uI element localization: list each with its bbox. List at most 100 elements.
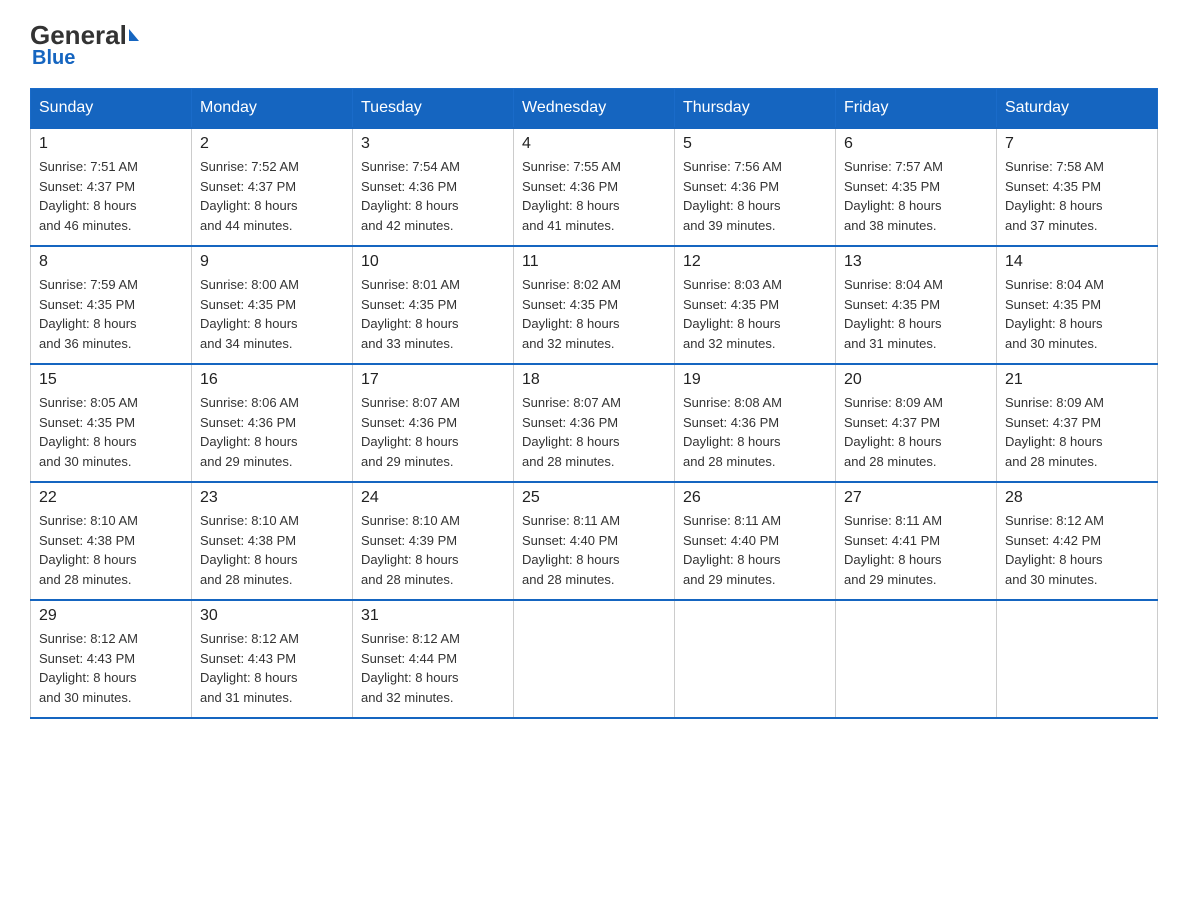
- day-number: 28: [1005, 489, 1149, 507]
- day-info: Sunrise: 8:05 AMSunset: 4:35 PMDaylight:…: [39, 393, 183, 471]
- day-cell: 13 Sunrise: 8:04 AMSunset: 4:35 PMDaylig…: [836, 246, 997, 364]
- day-cell: 2 Sunrise: 7:52 AMSunset: 4:37 PMDayligh…: [192, 128, 353, 246]
- day-info: Sunrise: 8:07 AMSunset: 4:36 PMDaylight:…: [361, 393, 505, 471]
- day-cell: 5 Sunrise: 7:56 AMSunset: 4:36 PMDayligh…: [675, 128, 836, 246]
- weekday-header-saturday: Saturday: [997, 89, 1158, 129]
- day-info: Sunrise: 7:51 AMSunset: 4:37 PMDaylight:…: [39, 157, 183, 235]
- day-cell: 7 Sunrise: 7:58 AMSunset: 4:35 PMDayligh…: [997, 128, 1158, 246]
- day-info: Sunrise: 7:54 AMSunset: 4:36 PMDaylight:…: [361, 157, 505, 235]
- day-info: Sunrise: 8:02 AMSunset: 4:35 PMDaylight:…: [522, 275, 666, 353]
- day-cell: 8 Sunrise: 7:59 AMSunset: 4:35 PMDayligh…: [31, 246, 192, 364]
- weekday-header-tuesday: Tuesday: [353, 89, 514, 129]
- day-number: 9: [200, 253, 344, 271]
- day-number: 11: [522, 253, 666, 271]
- day-info: Sunrise: 8:10 AMSunset: 4:38 PMDaylight:…: [200, 511, 344, 589]
- day-cell: 4 Sunrise: 7:55 AMSunset: 4:36 PMDayligh…: [514, 128, 675, 246]
- day-number: 26: [683, 489, 827, 507]
- day-number: 14: [1005, 253, 1149, 271]
- day-cell: 10 Sunrise: 8:01 AMSunset: 4:35 PMDaylig…: [353, 246, 514, 364]
- day-cell: 9 Sunrise: 8:00 AMSunset: 4:35 PMDayligh…: [192, 246, 353, 364]
- day-info: Sunrise: 7:52 AMSunset: 4:37 PMDaylight:…: [200, 157, 344, 235]
- day-info: Sunrise: 8:11 AMSunset: 4:40 PMDaylight:…: [683, 511, 827, 589]
- weekday-header-thursday: Thursday: [675, 89, 836, 129]
- day-info: Sunrise: 8:09 AMSunset: 4:37 PMDaylight:…: [844, 393, 988, 471]
- week-row-3: 15 Sunrise: 8:05 AMSunset: 4:35 PMDaylig…: [31, 364, 1158, 482]
- day-number: 15: [39, 371, 183, 389]
- day-info: Sunrise: 8:12 AMSunset: 4:43 PMDaylight:…: [200, 629, 344, 707]
- day-cell: [836, 600, 997, 718]
- day-number: 3: [361, 135, 505, 153]
- logo-triangle-icon: [129, 29, 139, 41]
- day-cell: 20 Sunrise: 8:09 AMSunset: 4:37 PMDaylig…: [836, 364, 997, 482]
- day-info: Sunrise: 8:06 AMSunset: 4:36 PMDaylight:…: [200, 393, 344, 471]
- day-cell: 29 Sunrise: 8:12 AMSunset: 4:43 PMDaylig…: [31, 600, 192, 718]
- day-info: Sunrise: 7:58 AMSunset: 4:35 PMDaylight:…: [1005, 157, 1149, 235]
- day-number: 12: [683, 253, 827, 271]
- day-number: 6: [844, 135, 988, 153]
- day-number: 8: [39, 253, 183, 271]
- day-number: 5: [683, 135, 827, 153]
- day-number: 19: [683, 371, 827, 389]
- day-cell: 27 Sunrise: 8:11 AMSunset: 4:41 PMDaylig…: [836, 482, 997, 600]
- day-cell: 24 Sunrise: 8:10 AMSunset: 4:39 PMDaylig…: [353, 482, 514, 600]
- day-info: Sunrise: 8:08 AMSunset: 4:36 PMDaylight:…: [683, 393, 827, 471]
- day-cell: 15 Sunrise: 8:05 AMSunset: 4:35 PMDaylig…: [31, 364, 192, 482]
- day-number: 20: [844, 371, 988, 389]
- day-info: Sunrise: 7:57 AMSunset: 4:35 PMDaylight:…: [844, 157, 988, 235]
- weekday-header-wednesday: Wednesday: [514, 89, 675, 129]
- day-number: 21: [1005, 371, 1149, 389]
- week-row-1: 1 Sunrise: 7:51 AMSunset: 4:37 PMDayligh…: [31, 128, 1158, 246]
- day-info: Sunrise: 8:10 AMSunset: 4:39 PMDaylight:…: [361, 511, 505, 589]
- day-number: 24: [361, 489, 505, 507]
- day-info: Sunrise: 8:01 AMSunset: 4:35 PMDaylight:…: [361, 275, 505, 353]
- day-info: Sunrise: 8:09 AMSunset: 4:37 PMDaylight:…: [1005, 393, 1149, 471]
- day-cell: [997, 600, 1158, 718]
- day-number: 22: [39, 489, 183, 507]
- day-info: Sunrise: 8:12 AMSunset: 4:42 PMDaylight:…: [1005, 511, 1149, 589]
- day-cell: 14 Sunrise: 8:04 AMSunset: 4:35 PMDaylig…: [997, 246, 1158, 364]
- day-number: 17: [361, 371, 505, 389]
- day-info: Sunrise: 8:04 AMSunset: 4:35 PMDaylight:…: [1005, 275, 1149, 353]
- day-info: Sunrise: 7:59 AMSunset: 4:35 PMDaylight:…: [39, 275, 183, 353]
- day-info: Sunrise: 8:12 AMSunset: 4:44 PMDaylight:…: [361, 629, 505, 707]
- page-header: General Blue: [30, 20, 1158, 70]
- day-info: Sunrise: 8:03 AMSunset: 4:35 PMDaylight:…: [683, 275, 827, 353]
- day-number: 25: [522, 489, 666, 507]
- day-cell: [675, 600, 836, 718]
- day-cell: 16 Sunrise: 8:06 AMSunset: 4:36 PMDaylig…: [192, 364, 353, 482]
- day-number: 27: [844, 489, 988, 507]
- day-number: 2: [200, 135, 344, 153]
- day-cell: 1 Sunrise: 7:51 AMSunset: 4:37 PMDayligh…: [31, 128, 192, 246]
- day-cell: 26 Sunrise: 8:11 AMSunset: 4:40 PMDaylig…: [675, 482, 836, 600]
- calendar-table: SundayMondayTuesdayWednesdayThursdayFrid…: [30, 88, 1158, 719]
- day-cell: 3 Sunrise: 7:54 AMSunset: 4:36 PMDayligh…: [353, 128, 514, 246]
- day-cell: 31 Sunrise: 8:12 AMSunset: 4:44 PMDaylig…: [353, 600, 514, 718]
- day-number: 7: [1005, 135, 1149, 153]
- day-cell: 25 Sunrise: 8:11 AMSunset: 4:40 PMDaylig…: [514, 482, 675, 600]
- day-cell: 22 Sunrise: 8:10 AMSunset: 4:38 PMDaylig…: [31, 482, 192, 600]
- day-cell: 11 Sunrise: 8:02 AMSunset: 4:35 PMDaylig…: [514, 246, 675, 364]
- day-number: 10: [361, 253, 505, 271]
- day-number: 18: [522, 371, 666, 389]
- day-cell: 28 Sunrise: 8:12 AMSunset: 4:42 PMDaylig…: [997, 482, 1158, 600]
- day-info: Sunrise: 8:10 AMSunset: 4:38 PMDaylight:…: [39, 511, 183, 589]
- day-info: Sunrise: 7:56 AMSunset: 4:36 PMDaylight:…: [683, 157, 827, 235]
- weekday-header-sunday: Sunday: [31, 89, 192, 129]
- day-number: 31: [361, 607, 505, 625]
- logo: General Blue: [30, 20, 139, 70]
- day-cell: 17 Sunrise: 8:07 AMSunset: 4:36 PMDaylig…: [353, 364, 514, 482]
- day-cell: 30 Sunrise: 8:12 AMSunset: 4:43 PMDaylig…: [192, 600, 353, 718]
- day-cell: 21 Sunrise: 8:09 AMSunset: 4:37 PMDaylig…: [997, 364, 1158, 482]
- day-info: Sunrise: 8:07 AMSunset: 4:36 PMDaylight:…: [522, 393, 666, 471]
- weekday-header-row: SundayMondayTuesdayWednesdayThursdayFrid…: [31, 89, 1158, 129]
- day-number: 13: [844, 253, 988, 271]
- week-row-5: 29 Sunrise: 8:12 AMSunset: 4:43 PMDaylig…: [31, 600, 1158, 718]
- day-cell: [514, 600, 675, 718]
- day-number: 30: [200, 607, 344, 625]
- day-info: Sunrise: 7:55 AMSunset: 4:36 PMDaylight:…: [522, 157, 666, 235]
- day-info: Sunrise: 8:00 AMSunset: 4:35 PMDaylight:…: [200, 275, 344, 353]
- day-number: 1: [39, 135, 183, 153]
- day-cell: 6 Sunrise: 7:57 AMSunset: 4:35 PMDayligh…: [836, 128, 997, 246]
- day-cell: 12 Sunrise: 8:03 AMSunset: 4:35 PMDaylig…: [675, 246, 836, 364]
- day-info: Sunrise: 8:11 AMSunset: 4:41 PMDaylight:…: [844, 511, 988, 589]
